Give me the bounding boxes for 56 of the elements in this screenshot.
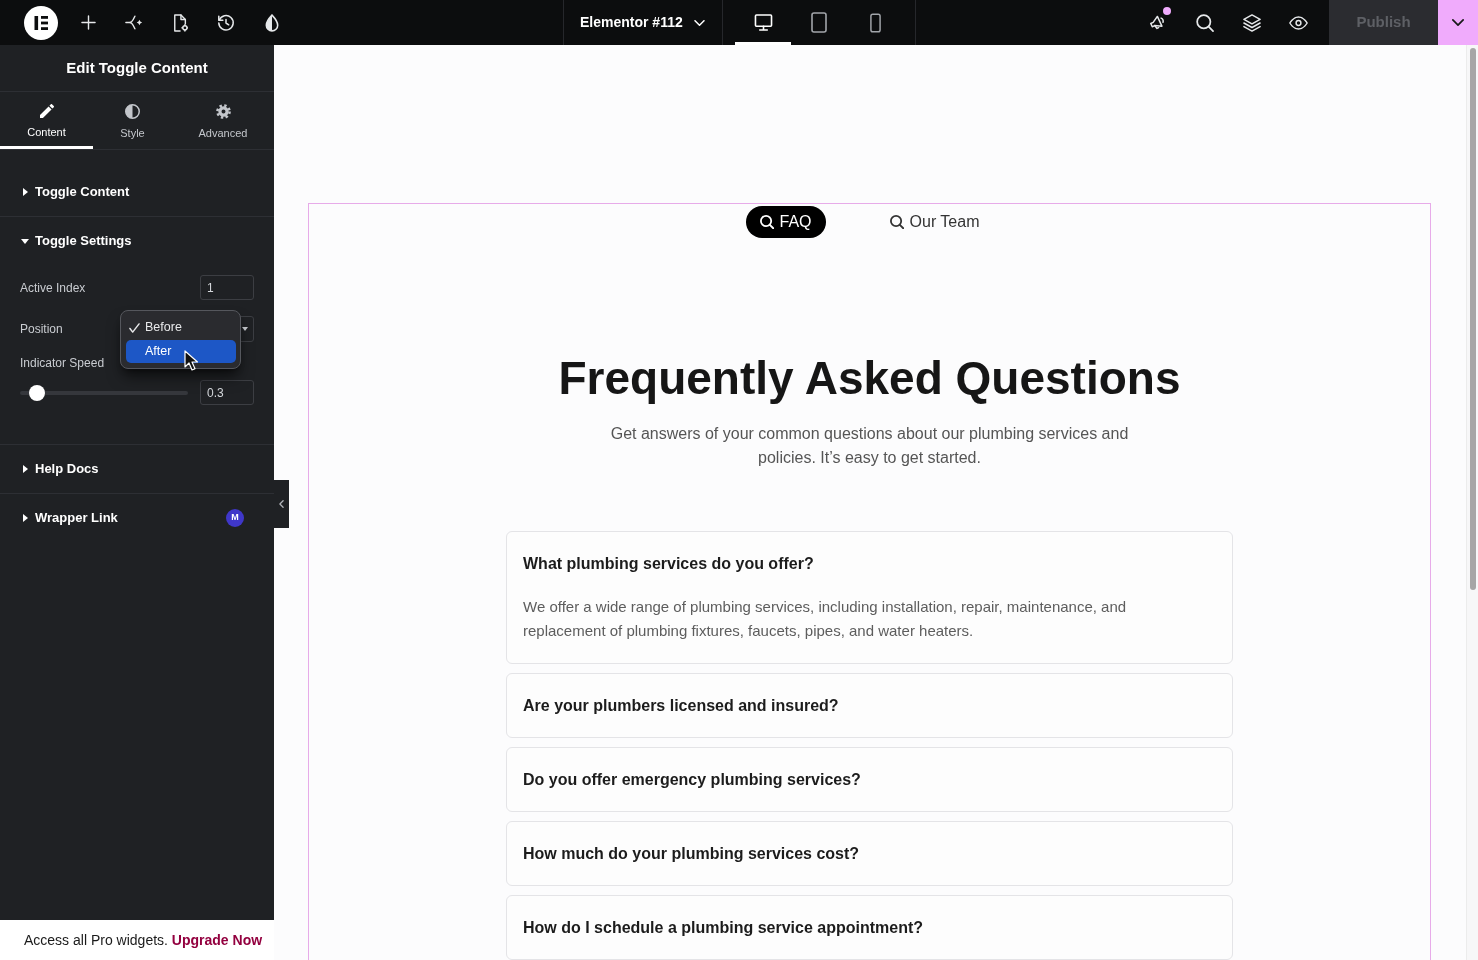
- panel-tab[interactable]: Advanced: [172, 92, 274, 149]
- faq-answer: We offer a wide range of plumbing services, including installation, repair, maintenance, and replacement of plumbing fixtures, faucets, pipes, and water heaters.: [523, 597, 1128, 641]
- chevron-left-icon: [279, 500, 284, 508]
- slider-thumb[interactable]: [29, 384, 46, 401]
- chevron-down-icon: [693, 19, 705, 26]
- plus-icon: [80, 15, 96, 30]
- upgrade-link[interactable]: Upgrade Now: [171, 931, 263, 948]
- search-icon: [889, 215, 904, 229]
- faq-question[interactable]: How much do your plumbing services cost?: [523, 842, 1216, 865]
- half-circle-icon: [125, 104, 140, 119]
- pencil-icon: [39, 104, 54, 118]
- search-icon: [759, 215, 774, 229]
- faq-question[interactable]: Do you offer emergency plumbing services?: [523, 768, 1216, 791]
- page-gear-icon: [172, 13, 188, 32]
- plugin-badge: M: [226, 509, 244, 527]
- eye-icon: [1289, 15, 1308, 30]
- pill-tab[interactable]: FAQ: [745, 206, 826, 238]
- faq-question[interactable]: What plumbing services do you offer?: [523, 552, 1216, 575]
- faq-question[interactable]: Are your plumbers licensed and insured?: [523, 694, 1216, 717]
- speed-value-field[interactable]: 0.3: [200, 380, 254, 405]
- panel-title: Edit Toggle Content: [66, 57, 208, 78]
- caret-down-icon: [242, 327, 248, 331]
- field-label: Active Index: [20, 279, 86, 297]
- section-header[interactable]: Toggle Content: [0, 168, 274, 216]
- search-icon: [1195, 13, 1214, 32]
- panel-tab[interactable]: Content: [0, 92, 93, 149]
- megaphone-icon: [1148, 14, 1167, 31]
- layers-icon: [1242, 13, 1261, 32]
- mouse-pointer-icon: [184, 350, 198, 371]
- active-index-field[interactable]: 1: [200, 275, 254, 300]
- elementor-logo-icon: [24, 5, 58, 40]
- faq-subtitle: Get answers of your common questions about our plumbing services and policies. It’s easy to get started.: [609, 424, 1130, 468]
- history-icon: [217, 13, 235, 32]
- section-header[interactable]: Wrapper Link M: [0, 494, 274, 542]
- gear-icon: [215, 104, 231, 119]
- section-header[interactable]: Toggle Settings: [0, 217, 274, 265]
- chevron-down-icon: [1452, 19, 1464, 26]
- collapse-panel-button[interactable]: [274, 480, 289, 528]
- desktop-icon: [753, 14, 773, 31]
- scrollbar-thumb[interactable]: [1470, 48, 1476, 590]
- half-filled-drop-icon: [265, 13, 279, 32]
- branch-sparkle-icon: [125, 15, 143, 30]
- section-header[interactable]: Help Docs: [0, 445, 274, 493]
- check-icon: [129, 322, 140, 333]
- faq-question[interactable]: How do I schedule a plumbing service appointment?: [523, 916, 1216, 939]
- dropdown-option[interactable]: After: [126, 340, 236, 363]
- field-label: Position: [20, 321, 63, 338]
- pill-tab[interactable]: Our Team: [875, 206, 994, 238]
- promo-text: Access all Pro widgets. Upgrade Now: [24, 930, 263, 950]
- faq-heading: Frequently Asked Questions: [557, 351, 1182, 406]
- tablet-icon: [811, 12, 827, 33]
- dropdown-option[interactable]: Before: [126, 316, 236, 339]
- panel-tab[interactable]: Style: [93, 92, 172, 149]
- mobile-icon: [869, 12, 881, 33]
- field-label: Indicator Speed: [20, 355, 105, 371]
- elementor-menu-button[interactable]: [24, 5, 58, 40]
